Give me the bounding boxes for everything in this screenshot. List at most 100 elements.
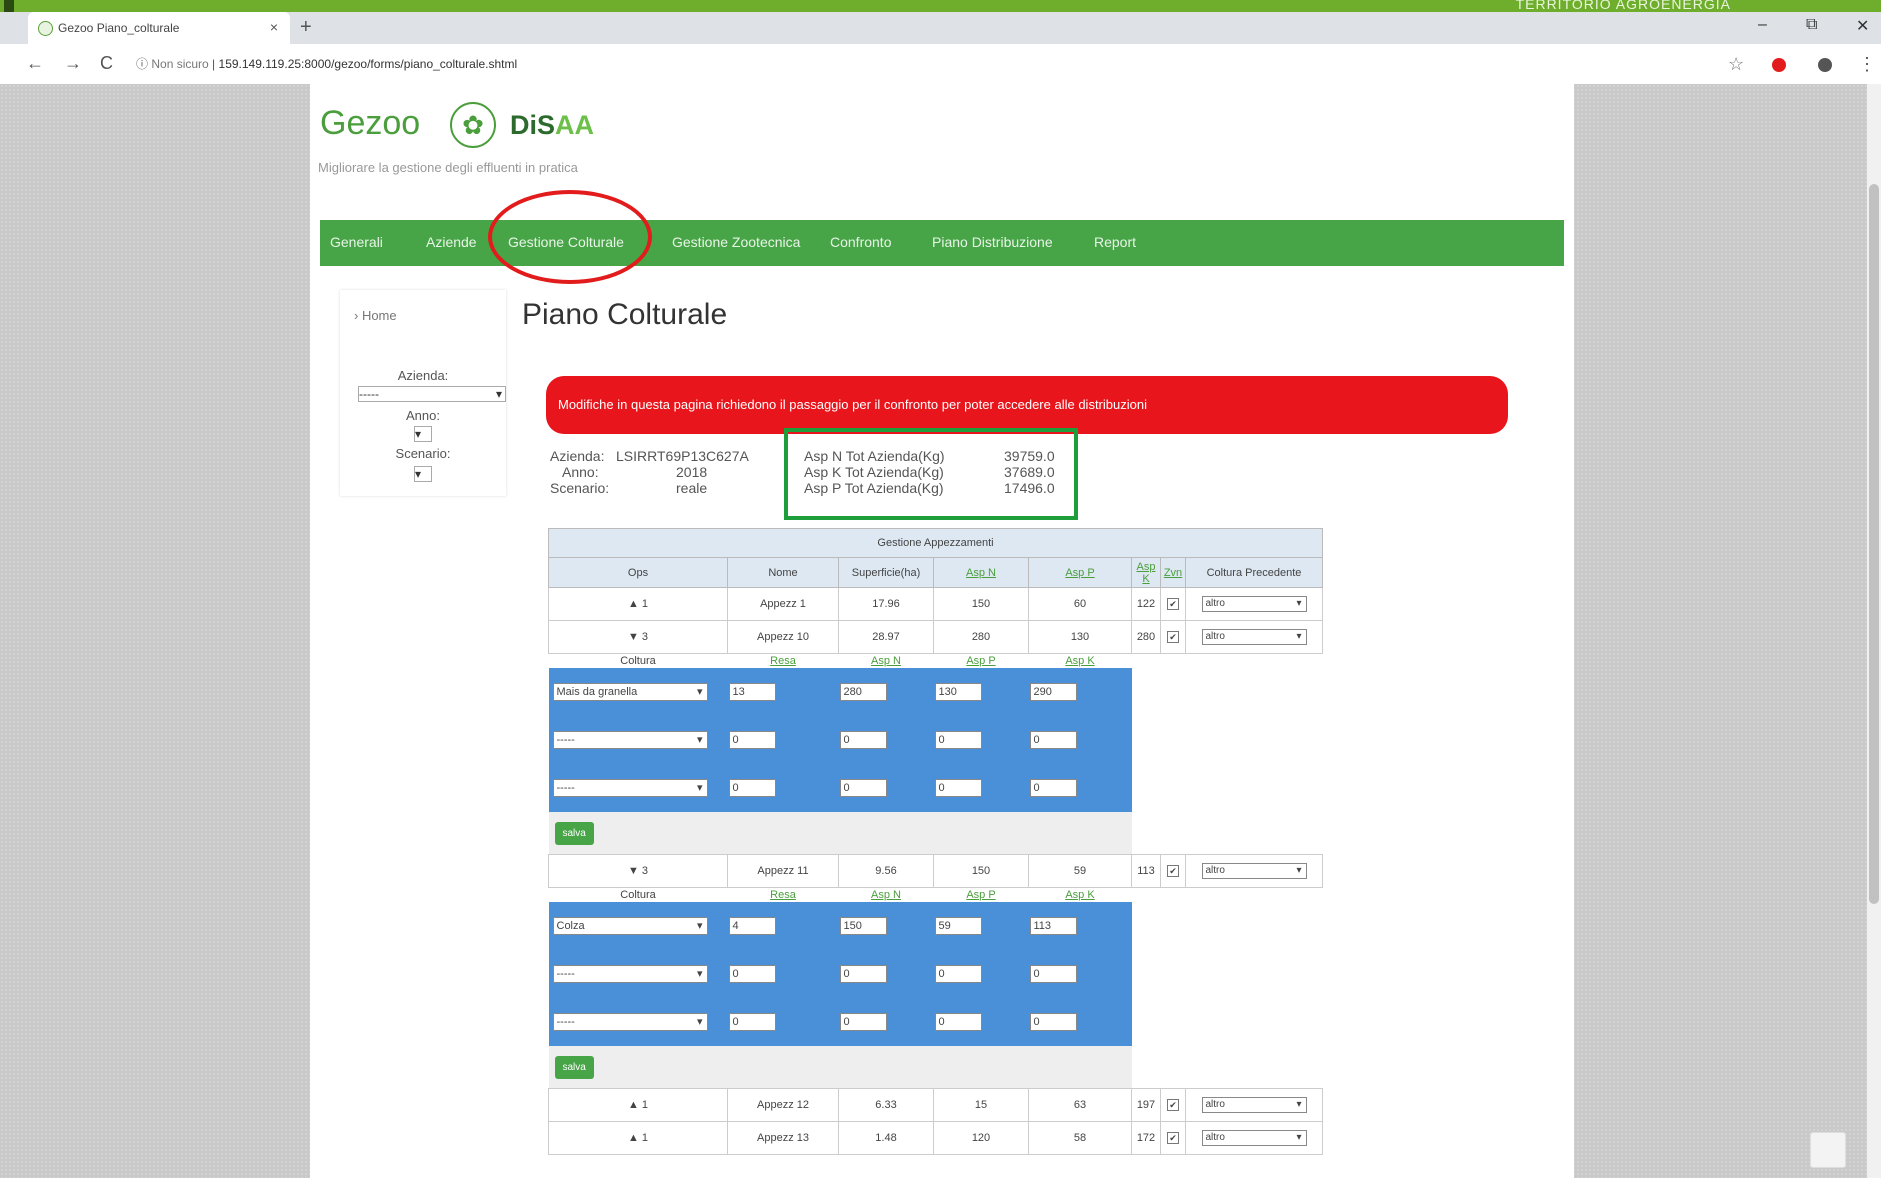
- menu-generali[interactable]: Generali: [330, 234, 383, 250]
- row-coltura-precedente[interactable]: altro ▾: [1185, 854, 1323, 888]
- coltura-select[interactable]: ----- ▾: [552, 1013, 708, 1031]
- scenario-select[interactable]: ▾: [414, 466, 432, 482]
- zvn-checkbox[interactable]: ✔: [1167, 598, 1179, 610]
- coltura-precedente-select[interactable]: altro ▾: [1201, 1130, 1307, 1146]
- row-ops[interactable]: ▲ 1: [548, 1088, 728, 1122]
- scrollbar[interactable]: [1867, 84, 1881, 1178]
- header-asp-k-link[interactable]: Asp K: [1137, 561, 1156, 585]
- coltura-precedente-select[interactable]: altro ▾: [1201, 629, 1307, 645]
- browser-tab[interactable]: Gezoo Piano_colturale ×: [28, 12, 290, 44]
- crop-k-input[interactable]: 0: [1029, 965, 1077, 983]
- header-asp-p-link[interactable]: Asp P: [1065, 567, 1094, 579]
- coltura-select[interactable]: ----- ▾: [552, 779, 708, 797]
- row-coltura-precedente[interactable]: altro ▾: [1185, 1121, 1323, 1155]
- minimize-button[interactable]: –: [1758, 16, 1767, 34]
- menu-gestione-zootecnica[interactable]: Gestione Zootecnica: [672, 234, 800, 250]
- row-coltura-precedente[interactable]: altro ▾: [1185, 587, 1323, 621]
- crop-resa-input[interactable]: 0: [728, 731, 776, 749]
- subheader-link[interactable]: Asp N: [871, 655, 901, 667]
- crop-resa-input[interactable]: 0: [728, 1013, 776, 1031]
- zvn-checkbox[interactable]: ✔: [1167, 631, 1179, 643]
- crop-k-input[interactable]: 0: [1029, 1013, 1077, 1031]
- zvn-checkbox[interactable]: ✔: [1167, 1099, 1179, 1111]
- coltura-precedente-select[interactable]: altro ▾: [1201, 863, 1307, 879]
- crop-k-input[interactable]: 290: [1029, 683, 1077, 701]
- crop-resa-input[interactable]: 4: [728, 917, 776, 935]
- subheader-cell[interactable]: Asp K: [1028, 887, 1132, 902]
- header-asp-n-link[interactable]: Asp N: [966, 567, 996, 579]
- row-zvn[interactable]: ✔: [1160, 854, 1186, 888]
- subheader-link[interactable]: Asp P: [966, 655, 995, 667]
- zvn-checkbox[interactable]: ✔: [1167, 865, 1179, 877]
- header-zvn-link[interactable]: Zvn: [1164, 567, 1182, 579]
- crop-p-input[interactable]: 0: [934, 1013, 982, 1031]
- coltura-precedente-select[interactable]: altro ▾: [1201, 1097, 1307, 1113]
- row-ops[interactable]: ▲ 1: [548, 1121, 728, 1155]
- info-icon[interactable]: ⓘ: [136, 57, 148, 71]
- crop-k-input[interactable]: 0: [1029, 779, 1077, 797]
- subheader-cell[interactable]: Resa: [727, 887, 839, 902]
- save-button[interactable]: salva: [554, 821, 594, 845]
- new-tab-button[interactable]: +: [300, 16, 312, 39]
- crop-n-input[interactable]: 280: [839, 683, 887, 701]
- account-icon[interactable]: [1818, 58, 1832, 72]
- coltura-select[interactable]: ----- ▾: [552, 731, 708, 749]
- crop-k-input[interactable]: 0: [1029, 731, 1077, 749]
- crop-n-input[interactable]: 0: [839, 731, 887, 749]
- crop-n-input[interactable]: 0: [839, 1013, 887, 1031]
- chrome-menu-icon[interactable]: ⋮: [1858, 54, 1876, 75]
- crop-resa-input[interactable]: 0: [728, 779, 776, 797]
- subheader-cell[interactable]: Asp N: [838, 653, 934, 668]
- row-ops[interactable]: ▲ 1: [548, 587, 728, 621]
- opera-extension-icon[interactable]: [1772, 58, 1786, 72]
- crop-p-input[interactable]: 0: [934, 779, 982, 797]
- crop-resa-input[interactable]: 0: [728, 965, 776, 983]
- crop-p-input[interactable]: 0: [934, 965, 982, 983]
- breadcrumb-home[interactable]: › Home: [354, 308, 397, 323]
- zvn-checkbox[interactable]: ✔: [1167, 1132, 1179, 1144]
- subheader-link[interactable]: Asp N: [871, 889, 901, 901]
- reload-button[interactable]: C: [100, 53, 113, 74]
- row-coltura-precedente[interactable]: altro ▾: [1185, 1088, 1323, 1122]
- menu-aziende[interactable]: Aziende: [426, 234, 477, 250]
- menu-piano-distribuzione[interactable]: Piano Distribuzione: [932, 234, 1053, 250]
- close-tab-icon[interactable]: ×: [270, 19, 278, 35]
- subheader-cell[interactable]: Asp P: [933, 653, 1029, 668]
- scrollbar-thumb[interactable]: [1869, 184, 1879, 904]
- subheader-link[interactable]: Asp K: [1065, 655, 1094, 667]
- azienda-select[interactable]: ----- ▾: [358, 386, 506, 402]
- crop-n-input[interactable]: 0: [839, 965, 887, 983]
- row-ops[interactable]: ▼ 3: [548, 854, 728, 888]
- scroll-to-top-button[interactable]: [1810, 1132, 1846, 1168]
- header-asp-n[interactable]: Asp N: [933, 557, 1029, 588]
- crop-n-input[interactable]: 0: [839, 779, 887, 797]
- menu-report[interactable]: Report: [1094, 234, 1136, 250]
- save-button[interactable]: salva: [554, 1055, 594, 1079]
- row-zvn[interactable]: ✔: [1160, 620, 1186, 654]
- subheader-link[interactable]: Asp P: [966, 889, 995, 901]
- row-coltura-precedente[interactable]: altro ▾: [1185, 620, 1323, 654]
- bookmark-star-icon[interactable]: ☆: [1728, 54, 1744, 75]
- row-ops[interactable]: ▼ 3: [548, 620, 728, 654]
- subheader-cell[interactable]: Asp K: [1028, 653, 1132, 668]
- url-field[interactable]: ⓘ Non sicuro | 159.149.119.25:8000/gezoo…: [136, 50, 1716, 78]
- crop-n-input[interactable]: 150: [839, 917, 887, 935]
- subheader-link[interactable]: Resa: [770, 655, 796, 667]
- crop-p-input[interactable]: 59: [934, 917, 982, 935]
- row-zvn[interactable]: ✔: [1160, 1121, 1186, 1155]
- subheader-link[interactable]: Asp K: [1065, 889, 1094, 901]
- back-button[interactable]: ←: [26, 53, 44, 74]
- header-asp-k[interactable]: Asp K: [1131, 557, 1161, 588]
- coltura-select[interactable]: Mais da granella ▾: [552, 683, 708, 701]
- subheader-cell[interactable]: Resa: [727, 653, 839, 668]
- gezoo-logo[interactable]: Gezoo: [320, 104, 420, 143]
- subheader-cell[interactable]: Asp P: [933, 887, 1029, 902]
- menu-confronto[interactable]: Confronto: [830, 234, 891, 250]
- crop-p-input[interactable]: 130: [934, 683, 982, 701]
- header-zvn[interactable]: Zvn: [1160, 557, 1186, 588]
- row-zvn[interactable]: ✔: [1160, 1088, 1186, 1122]
- coltura-select[interactable]: Colza ▾: [552, 917, 708, 935]
- close-window-button[interactable]: ✕: [1856, 16, 1869, 36]
- crop-k-input[interactable]: 113: [1029, 917, 1077, 935]
- crop-resa-input[interactable]: 13: [728, 683, 776, 701]
